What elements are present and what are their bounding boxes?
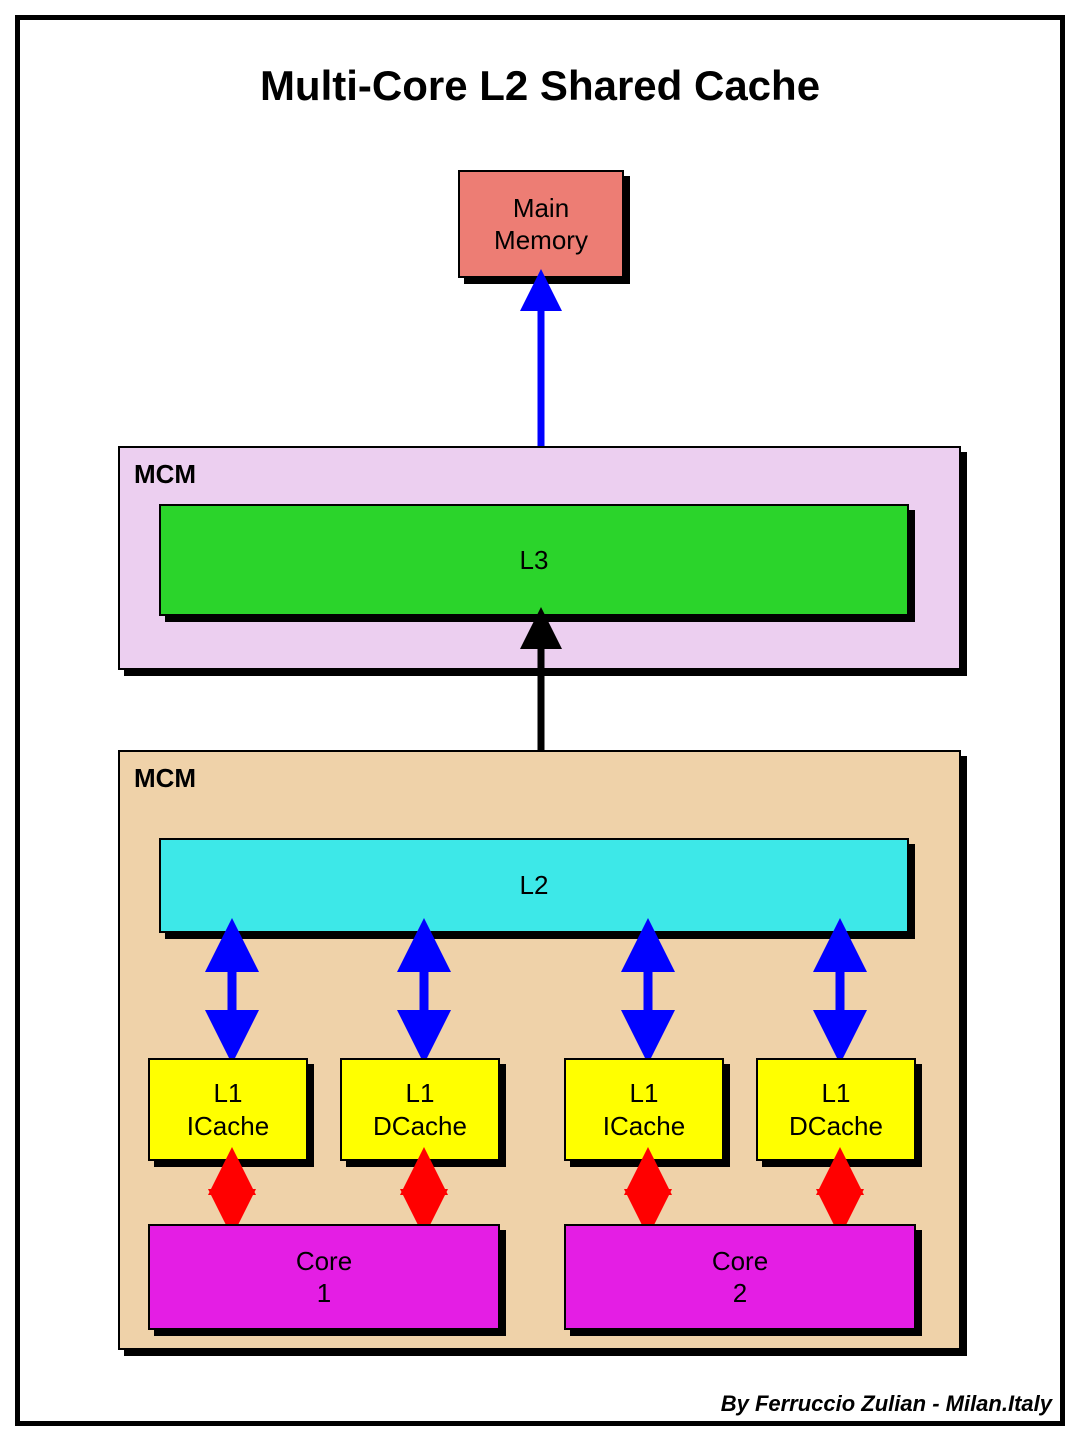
arrow-l2-l1-1 <box>222 933 242 1049</box>
diagram-frame: Multi-Core L2 Shared Cache Main Memory M… <box>15 15 1065 1426</box>
l1-dcache2-box: L1 DCache <box>756 1058 916 1161</box>
arrow-l1-core-4 <box>830 1161 850 1223</box>
l3-label: L3 <box>520 544 549 577</box>
l2-label: L2 <box>520 869 549 902</box>
main-memory-label: Main Memory <box>494 192 588 257</box>
core2-label: Core 2 <box>712 1245 768 1310</box>
l3-box: L3 <box>159 504 909 616</box>
arrow-l1-core-1 <box>222 1161 242 1223</box>
l1-icache1-box: L1 ICache <box>148 1058 308 1161</box>
arrow-l2-l1-2 <box>414 933 434 1049</box>
diagram-title: Multi-Core L2 Shared Cache <box>20 62 1060 110</box>
core1-label: Core 1 <box>296 1245 352 1310</box>
credit-text: By Ferruccio Zulian - Milan.Italy <box>721 1391 1052 1417</box>
arrow-l1-core-2 <box>414 1161 434 1223</box>
mcm-upper-label: MCM <box>134 458 196 491</box>
arrow-l2-l1-4 <box>830 933 850 1049</box>
l1-icache1-label: L1 ICache <box>187 1077 269 1142</box>
l1-dcache2-label: L1 DCache <box>789 1077 883 1142</box>
core2-box: Core 2 <box>564 1224 916 1330</box>
arrow-l2-l1-3 <box>638 933 658 1049</box>
l1-dcache1-box: L1 DCache <box>340 1058 500 1161</box>
mcm-lower-label: MCM <box>134 762 196 795</box>
l1-dcache1-label: L1 DCache <box>373 1077 467 1142</box>
l1-icache2-label: L1 ICache <box>603 1077 685 1142</box>
l1-icache2-box: L1 ICache <box>564 1058 724 1161</box>
l2-box: L2 <box>159 838 909 933</box>
core1-box: Core 1 <box>148 1224 500 1330</box>
main-memory-box: Main Memory <box>458 170 624 278</box>
arrow-l1-core-3 <box>638 1161 658 1223</box>
